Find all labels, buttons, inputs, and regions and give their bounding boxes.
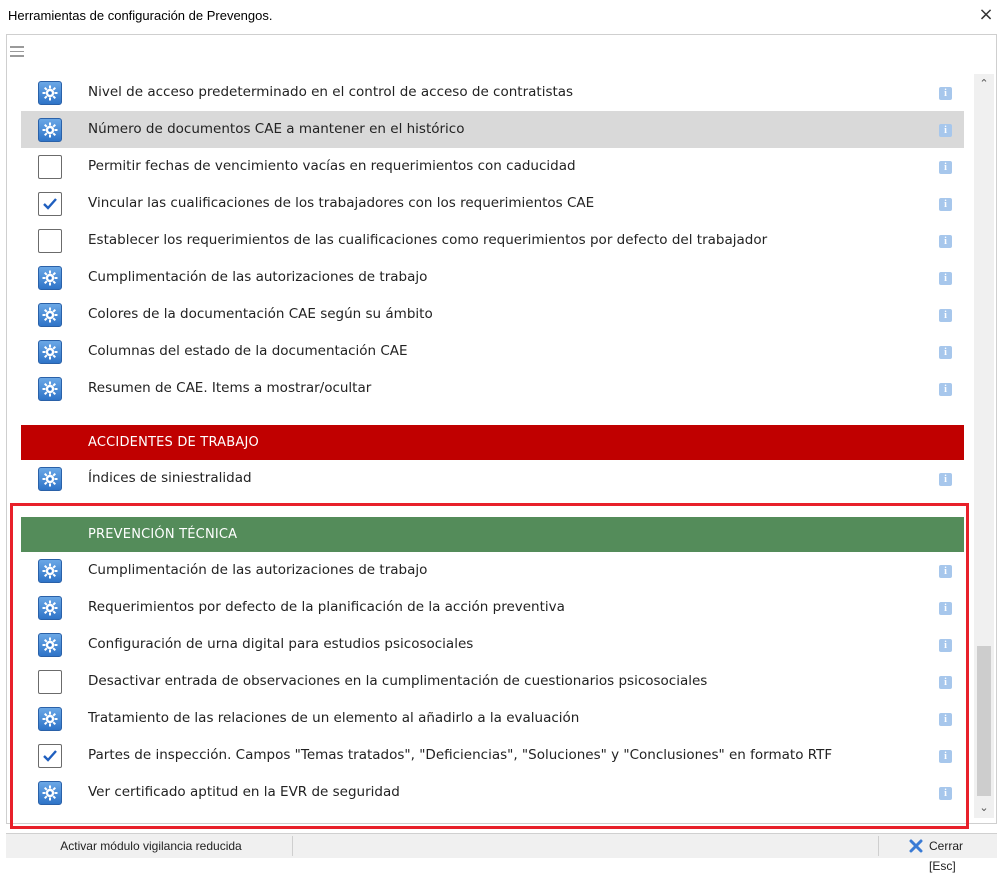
setting-row[interactable]: Desactivar entrada de observaciones en l… (21, 663, 964, 700)
setting-label: Tratamiento de las relaciones de un elem… (88, 710, 580, 726)
setting-label: Colores de la documentación CAE según su… (88, 306, 433, 322)
scroll-down-arrow-icon[interactable]: ⌄ (974, 798, 994, 818)
info-icon[interactable]: i (939, 383, 952, 396)
setting-row[interactable]: Número de documentos CAE a mantener en e… (21, 111, 964, 148)
gear-icon[interactable] (38, 266, 62, 290)
menu-icon[interactable] (10, 46, 24, 58)
setting-label: Configuración de urna digital para estud… (88, 636, 474, 652)
setting-label: Nivel de acceso predeterminado en el con… (88, 84, 574, 100)
setting-label: Columnas del estado de la documentación … (88, 343, 408, 359)
gear-icon[interactable] (38, 781, 62, 805)
setting-row[interactable]: Permitir fechas de vencimiento vacías en… (21, 148, 964, 185)
scroll-up-arrow-icon[interactable]: ⌃ (974, 74, 994, 94)
setting-label: Permitir fechas de vencimiento vacías en… (88, 158, 576, 174)
setting-label: Cumplimentación de las autorizaciones de… (88, 269, 428, 285)
section-title: ACCIDENTES DE TRABAJO (88, 435, 259, 450)
spacer (21, 407, 964, 425)
info-icon[interactable]: i (939, 750, 952, 763)
setting-row[interactable]: Partes de inspección. Campos "Temas trat… (21, 737, 964, 774)
info-icon[interactable]: i (939, 272, 952, 285)
status-bar: Activar módulo vigilancia reducida Cerra… (6, 833, 997, 873)
info-icon[interactable]: i (939, 161, 952, 174)
setting-row[interactable]: Requerimientos por defecto de la planifi… (21, 589, 964, 626)
setting-label: Requerimientos por defecto de la planifi… (88, 599, 565, 615)
gear-icon[interactable] (38, 118, 62, 142)
setting-label: Cumplimentación de las autorizaciones de… (88, 562, 428, 578)
setting-row[interactable]: Resumen de CAE. Items a mostrar/ocultar i (21, 370, 964, 407)
info-icon[interactable]: i (939, 124, 952, 137)
info-icon[interactable]: i (939, 676, 952, 689)
gear-icon[interactable] (38, 707, 62, 731)
gear-icon[interactable] (38, 596, 62, 620)
info-icon[interactable]: i (939, 309, 952, 322)
checkbox-unchecked[interactable] (38, 229, 62, 253)
info-icon[interactable]: i (939, 235, 952, 248)
setting-row[interactable]: Cumplimentación de las autorizaciones de… (21, 259, 964, 296)
info-icon[interactable]: i (939, 565, 952, 578)
cerrar-label: Cerrar [Esc] (929, 839, 964, 873)
setting-row[interactable]: Configuración de urna digital para estud… (21, 626, 964, 663)
setting-row[interactable]: Establecer los requerimientos de las cua… (21, 222, 964, 259)
info-icon[interactable]: i (939, 346, 952, 359)
setting-label: Número de documentos CAE a mantener en e… (88, 121, 465, 137)
checkbox-unchecked[interactable] (38, 155, 62, 179)
scroll-thumb[interactable] (977, 646, 991, 796)
gear-icon[interactable] (38, 377, 62, 401)
setting-row[interactable]: Ver certificado aptitud en la EVR de seg… (21, 774, 964, 811)
info-icon[interactable]: i (939, 639, 952, 652)
info-icon[interactable]: i (939, 87, 952, 100)
gear-icon[interactable] (38, 340, 62, 364)
spacer (21, 497, 964, 517)
section-header: ACCIDENTES DE TRABAJO (21, 425, 964, 460)
window-close-button[interactable]: × (975, 4, 997, 26)
setting-label: Índices de siniestralidad (88, 470, 252, 486)
setting-label: Ver certificado aptitud en la EVR de seg… (88, 784, 400, 800)
setting-row[interactable]: Tratamiento de las relaciones de un elem… (21, 700, 964, 737)
gear-icon[interactable] (38, 467, 62, 491)
info-icon[interactable]: i (939, 787, 952, 800)
setting-row[interactable]: Colores de la documentación CAE según su… (21, 296, 964, 333)
checkbox-checked[interactable] (38, 192, 62, 216)
setting-row[interactable]: Columnas del estado de la documentación … (21, 333, 964, 370)
setting-label: Establecer los requerimientos de las cua… (88, 232, 768, 248)
settings-list: Nivel de acceso predeterminado en el con… (21, 74, 964, 811)
checkbox-checked[interactable] (38, 744, 62, 768)
cerrar-button[interactable]: Cerrar [Esc] (878, 836, 991, 873)
checkbox-unchecked[interactable] (38, 670, 62, 694)
window-title: Herramientas de configuración de Preveng… (8, 8, 273, 23)
section-header: PREVENCIÓN TÉCNICA (21, 517, 964, 552)
setting-label: Resumen de CAE. Items a mostrar/ocultar (88, 380, 372, 396)
activar-vigilancia-reducida-button[interactable]: Activar módulo vigilancia reducida (10, 836, 293, 856)
setting-label: Desactivar entrada de observaciones en l… (88, 673, 708, 689)
setting-row[interactable]: Cumplimentación de las autorizaciones de… (21, 552, 964, 589)
gear-icon[interactable] (38, 303, 62, 327)
close-x-icon (909, 839, 923, 853)
info-icon[interactable]: i (939, 198, 952, 211)
info-icon[interactable]: i (939, 602, 952, 615)
vertical-scrollbar[interactable]: ⌃ ⌄ (974, 74, 994, 818)
info-icon[interactable]: i (939, 473, 952, 486)
gear-icon[interactable] (38, 633, 62, 657)
setting-label: Vincular las cualificaciones de los trab… (88, 195, 595, 211)
section-title: PREVENCIÓN TÉCNICA (88, 527, 238, 542)
title-bar: Herramientas de configuración de Preveng… (0, 0, 999, 34)
gear-icon[interactable] (38, 559, 62, 583)
setting-row[interactable]: Nivel de acceso predeterminado en el con… (21, 74, 964, 111)
setting-row[interactable]: Índices de siniestralidad i (21, 460, 964, 497)
setting-label: Partes de inspección. Campos "Temas trat… (88, 747, 833, 763)
info-icon[interactable]: i (939, 713, 952, 726)
setting-row[interactable]: Vincular las cualificaciones de los trab… (21, 185, 964, 222)
gear-icon[interactable] (38, 81, 62, 105)
